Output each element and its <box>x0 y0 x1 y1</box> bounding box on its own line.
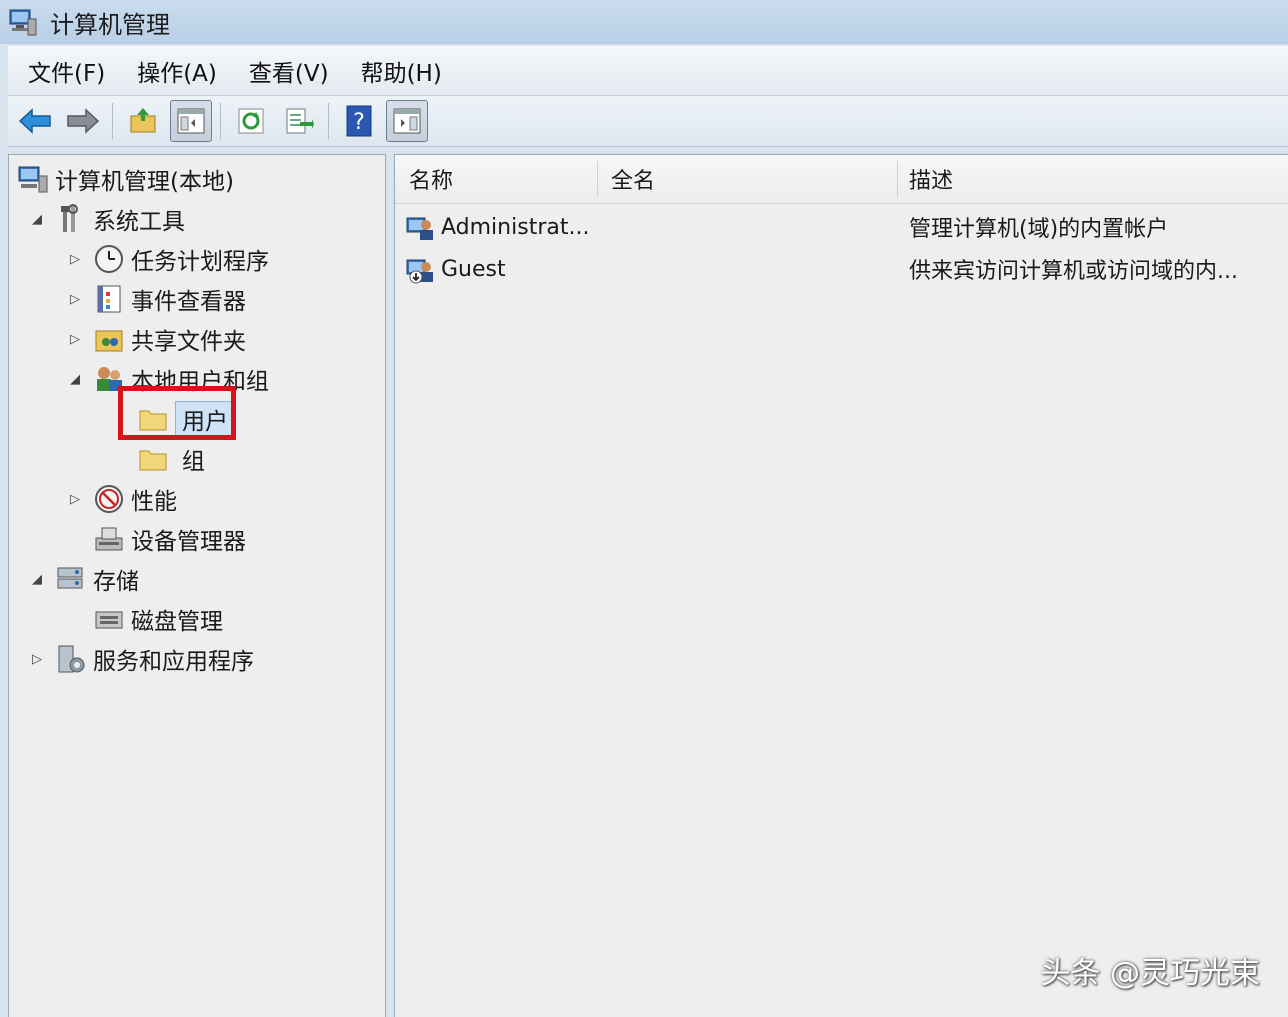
forward-button[interactable] <box>62 100 104 142</box>
event-log-icon <box>93 283 125 315</box>
tree-item-disk-management[interactable]: 磁盘管理 <box>85 601 223 637</box>
export-list-button[interactable] <box>278 100 320 142</box>
folder-icon <box>137 443 169 475</box>
expand-triangle-icon[interactable]: ▷ <box>65 329 85 349</box>
up-one-level-button[interactable] <box>122 100 164 142</box>
user-name: Guest <box>441 256 506 282</box>
device-manager-icon <box>93 523 125 555</box>
disk-management-icon <box>93 603 125 635</box>
user-name: Administrat... <box>441 214 590 240</box>
highlight-box <box>118 386 236 440</box>
performance-icon <box>93 483 125 515</box>
refresh-icon <box>238 108 264 134</box>
tree-item-label: 性能 <box>131 489 177 515</box>
tree-item-label: 计算机管理(本地) <box>55 169 234 195</box>
toolbar: ? <box>8 96 1288 147</box>
tree-item-label: 任务计划程序 <box>131 249 269 275</box>
column-divider[interactable] <box>597 161 598 197</box>
toolbar-separator <box>112 103 114 139</box>
menu-file[interactable]: 文件(F) <box>28 54 105 88</box>
help-button[interactable]: ? <box>338 100 380 142</box>
forward-icon <box>67 108 100 134</box>
disabled-user-icon <box>405 254 435 284</box>
help-icon: ? <box>346 105 372 137</box>
list-row-guest[interactable]: Guest 供来宾访问计算机或访问域的内... <box>395 249 1288 289</box>
back-button[interactable] <box>14 100 56 142</box>
tree-item-groups[interactable]: 组 <box>129 441 205 477</box>
collapse-triangle-icon[interactable]: ◢ <box>27 209 47 229</box>
menu-bar: 文件(F) 操作(A) 查看(V) 帮助(H) <box>8 46 1288 96</box>
menu-action[interactable]: 操作(A) <box>137 54 217 88</box>
column-header-name[interactable]: 名称 <box>409 155 453 203</box>
tree-item-shared-folders[interactable]: ▷ 共享文件夹 <box>65 321 246 357</box>
tree-item-device-manager[interactable]: 设备管理器 <box>85 521 246 557</box>
clock-icon <box>93 243 125 275</box>
column-divider[interactable] <box>897 161 898 197</box>
services-icon <box>55 643 87 675</box>
computer-management-icon <box>8 7 38 37</box>
column-header-description[interactable]: 描述 <box>909 155 953 203</box>
tree-item-task-scheduler[interactable]: ▷ 任务计划程序 <box>65 241 269 277</box>
tree-item-label: 共享文件夹 <box>131 329 246 355</box>
tree-item-computer-management[interactable]: 计算机管理(本地) <box>17 161 234 197</box>
name-cell: Guest <box>405 249 506 289</box>
tree-item-label: 服务和应用程序 <box>93 649 254 675</box>
export-list-icon <box>286 108 314 134</box>
expand-triangle-icon[interactable]: ▷ <box>27 649 47 669</box>
tree-item-performance[interactable]: ▷ 性能 <box>65 481 177 517</box>
menu-help[interactable]: 帮助(H) <box>361 54 442 88</box>
back-icon <box>18 108 51 134</box>
expand-triangle-icon[interactable]: ▷ <box>65 249 85 269</box>
tree-item-label: 组 <box>182 449 205 475</box>
column-header-full-name[interactable]: 全名 <box>611 155 655 203</box>
show-hide-console-tree-button[interactable] <box>170 100 212 142</box>
storage-icon <box>55 563 87 595</box>
computer-management-icon <box>17 163 49 195</box>
tree-item-storage[interactable]: ◢ 存储 <box>27 561 139 597</box>
system-tools-icon <box>55 203 87 235</box>
collapse-triangle-icon[interactable]: ◢ <box>65 369 85 389</box>
description-cell: 管理计算机(域)的内置帐户 <box>909 217 1169 242</box>
description-cell: 供来宾访问计算机或访问域的内... <box>909 259 1238 284</box>
tree-item-label: 存储 <box>93 569 139 595</box>
console-tree-icon <box>177 108 205 134</box>
toolbar-separator <box>328 103 330 139</box>
expand-triangle-icon[interactable]: ▷ <box>65 289 85 309</box>
list-row-administrator[interactable]: Administrat... 管理计算机(域)的内置帐户 <box>395 207 1288 247</box>
tree-item-system-tools[interactable]: ◢ 系统工具 <box>27 201 185 237</box>
user-account-icon <box>405 212 435 242</box>
title-bar: 计算机管理 <box>0 0 1288 44</box>
action-pane-icon <box>393 108 421 134</box>
refresh-button[interactable] <box>230 100 272 142</box>
shared-folder-icon <box>93 323 125 355</box>
watermark: 头条 @灵巧光束 <box>1040 956 1260 991</box>
details-pane[interactable]: 名称 全名 描述 Administrat... 管理计算机(域)的内置帐户 Gu… <box>394 154 1288 1017</box>
list-header: 名称 全名 描述 <box>395 155 1288 204</box>
svg-text:?: ? <box>353 110 365 135</box>
tree-item-label: 系统工具 <box>93 209 185 235</box>
tree-item-label: 磁盘管理 <box>131 609 223 635</box>
window-title: 计算机管理 <box>50 10 170 39</box>
name-cell: Administrat... <box>405 207 589 247</box>
expand-triangle-icon[interactable]: ▷ <box>65 489 85 509</box>
collapse-triangle-icon[interactable]: ◢ <box>27 569 47 589</box>
console-tree-pane[interactable]: 计算机管理(本地) ◢ 系统工具 ▷ 任务计划程序 ▷ 事件查看器 ▷ 共享文件… <box>8 154 386 1017</box>
tree-item-event-viewer[interactable]: ▷ 事件查看器 <box>65 281 246 317</box>
toolbar-separator <box>220 103 222 139</box>
tree-item-services-applications[interactable]: ▷ 服务和应用程序 <box>27 641 254 677</box>
tree-item-label: 事件查看器 <box>131 289 246 315</box>
up-folder-icon <box>130 108 156 133</box>
show-hide-action-pane-button[interactable] <box>386 100 428 142</box>
tree-item-label: 设备管理器 <box>131 529 246 555</box>
menu-view[interactable]: 查看(V) <box>249 54 329 88</box>
